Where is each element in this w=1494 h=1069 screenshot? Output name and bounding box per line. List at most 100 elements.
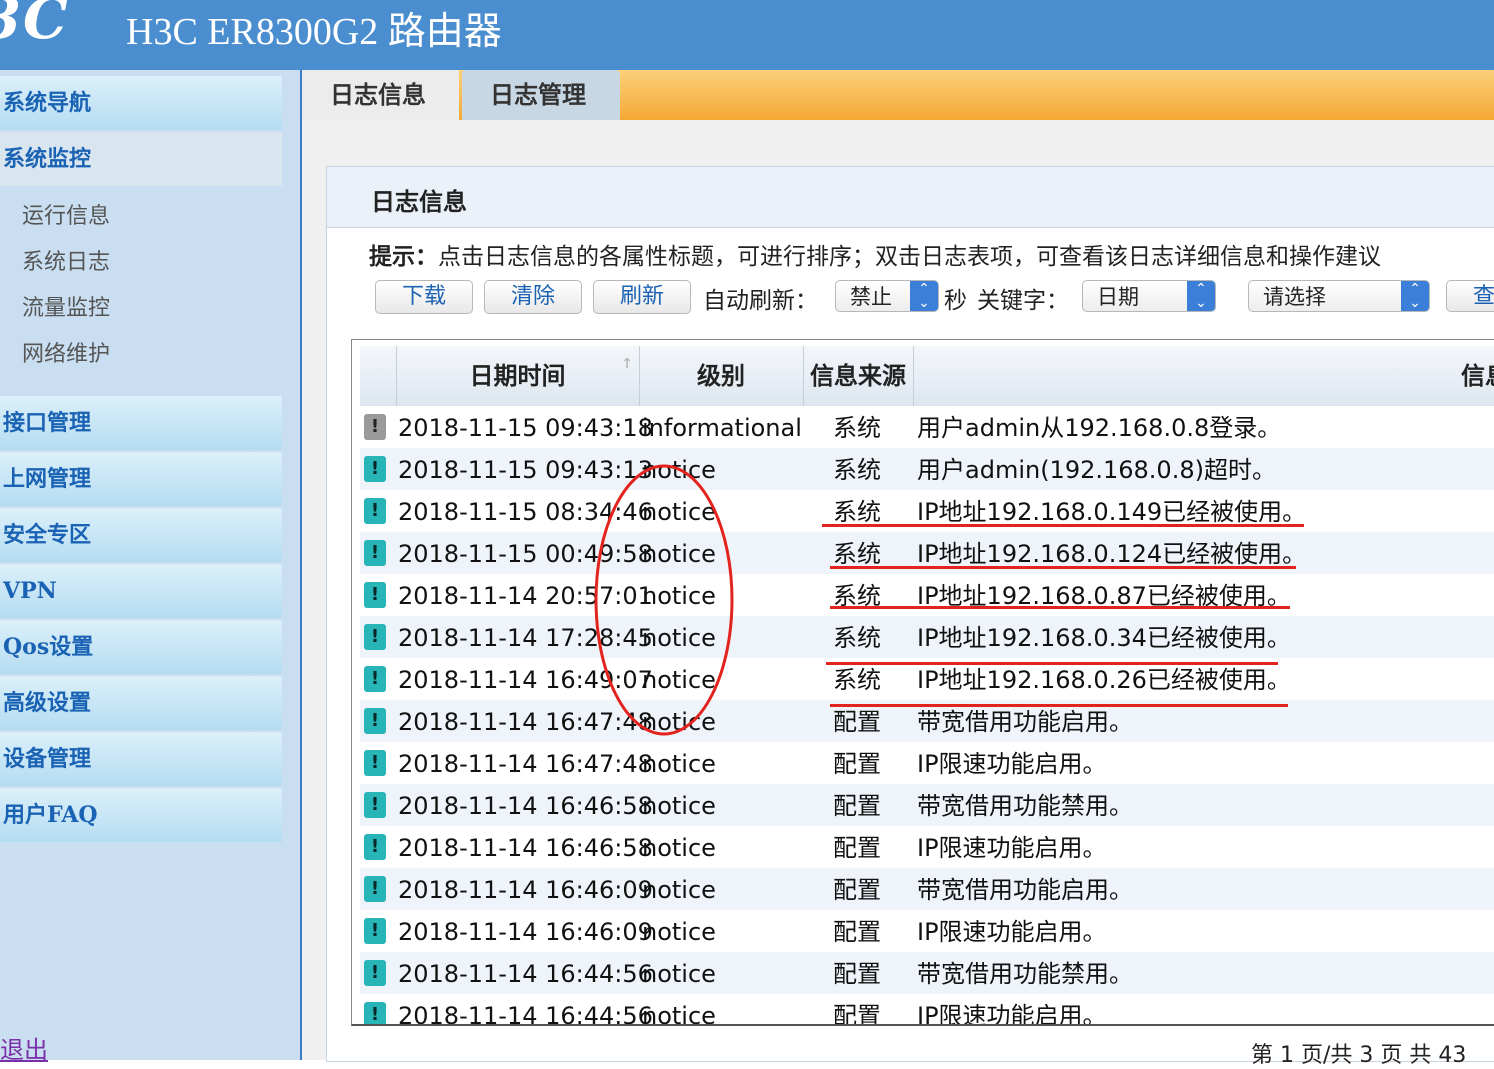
main-content: 日志信息 日志管理 日志信息 提示：点击日志信息的各属性标题，可进行排序；双击日… <box>302 70 1494 1068</box>
keyword-select[interactable]: 日期 ⌃ ⌄ <box>1082 280 1216 312</box>
header-datetime[interactable]: 日期时间 ↑ <box>396 346 640 406</box>
sidebar-item-qos[interactable]: Qos设置 <box>0 620 282 674</box>
cell-level: notice <box>642 918 716 946</box>
panel-title: 日志信息 <box>371 188 467 216</box>
cell-source: 配置 <box>833 876 881 904</box>
exclamation-icon: ! <box>364 456 386 482</box>
table-row[interactable]: ! 2018-11-14 16:46:58 notice 配置 带宽借用功能禁用。 <box>360 784 1494 826</box>
sidebar-item-faq[interactable]: 用户FAQ <box>0 788 282 842</box>
exclamation-icon: ! <box>364 666 386 692</box>
refresh-button[interactable]: 刷新 <box>593 280 691 314</box>
sidebar-subitem-run-info[interactable]: 运行信息 <box>22 198 110 230</box>
header-source[interactable]: 信息来源 <box>803 346 914 406</box>
sidebar-item-interface[interactable]: 接口管理 <box>0 396 282 450</box>
log-table: 日期时间 ↑ 级别 信息来源 信息内 ! 2018-11-15 09:43:18i… <box>351 339 1494 1026</box>
sidebar-item-system-monitor[interactable]: 系统监控 <box>0 132 282 186</box>
cell-datetime: 2018-11-15 08:34:46 <box>398 498 653 526</box>
cell-level: notice <box>642 792 716 820</box>
table-row[interactable]: ! 2018-11-14 16:46:09 notice 配置 带宽借用功能启用。 <box>360 868 1494 910</box>
sidebar-subitem-traffic-monitor[interactable]: 流量监控 <box>22 290 110 322</box>
exclamation-icon: ! <box>364 960 386 986</box>
table-row[interactable]: ! 2018-11-15 09:43:18 informational 系统 用户adm… <box>360 406 1494 448</box>
sidebar-subitem-system-log[interactable]: 系统日志 <box>22 244 110 276</box>
sidebar-item-security[interactable]: 安全专区 <box>0 508 282 562</box>
annotation-underline <box>830 704 1288 707</box>
tab-log-info[interactable]: 日志信息 <box>302 70 459 120</box>
select-arrows-icon: ⌃ ⌄ <box>910 281 938 311</box>
cell-datetime: 2018-11-14 20:57:01 <box>398 582 653 610</box>
cell-datetime: 2018-11-15 00:49:58 <box>398 540 653 568</box>
sidebar-item-internet[interactable]: 上网管理 <box>0 452 282 506</box>
cell-message: IP地址192.168.0.87已经被使用。 <box>917 582 1291 610</box>
header-message[interactable]: 信息内 <box>913 346 1494 406</box>
exclamation-icon: ! <box>364 834 386 860</box>
exclamation-icon: ! <box>364 792 386 818</box>
cell-source: 配置 <box>833 834 881 862</box>
cell-datetime: 2018-11-14 16:46:09 <box>398 876 653 904</box>
cell-source: 配置 <box>833 960 881 988</box>
app-header: 3C H3C ER8300G2 路由器 <box>0 0 1494 70</box>
filter-value: 请选择 <box>1263 285 1326 309</box>
cell-level: notice <box>642 456 716 484</box>
table-row[interactable]: ! 2018-11-14 16:46:09 notice 配置 IP限速功能启用。 <box>360 910 1494 952</box>
cell-datetime: 2018-11-14 17:28:45 <box>398 624 653 652</box>
cell-message: 用户admin(192.168.0.8)超时。 <box>917 456 1276 484</box>
auto-refresh-select[interactable]: 禁止 ⌃ ⌄ <box>835 280 939 312</box>
table-row[interactable]: ! 2018-11-14 16:44:56 notice 配置 带宽借用功能禁用。 <box>360 952 1494 994</box>
sidebar-item-vpn[interactable]: VPN <box>0 564 282 618</box>
cell-source: 系统 <box>833 624 881 652</box>
annotation-underline <box>830 606 1290 609</box>
sidebar-item-advanced[interactable]: 高级设置 <box>0 676 282 730</box>
cell-level: notice <box>642 750 716 778</box>
cell-level: notice <box>642 540 716 568</box>
keyword-value: 日期 <box>1097 285 1139 309</box>
table-row[interactable]: ! 2018-11-14 16:46:58 notice 配置 IP限速功能启用。 <box>360 826 1494 868</box>
cell-message: 带宽借用功能禁用。 <box>917 960 1133 988</box>
cell-level: notice <box>642 666 716 694</box>
cell-datetime: 2018-11-15 09:43:13 <box>398 456 653 484</box>
cell-level: notice <box>642 876 716 904</box>
cell-source: 系统 <box>833 456 881 484</box>
exclamation-icon: ! <box>364 540 386 566</box>
log-panel: 日志信息 提示：点击日志信息的各属性标题，可进行排序；双击日志表项，可查看该日志… <box>326 166 1494 1068</box>
sidebar-item-device[interactable]: 设备管理 <box>0 732 282 786</box>
cell-datetime: 2018-11-14 16:47:48 <box>398 750 653 778</box>
header-datetime-label: 日期时间 <box>469 362 566 390</box>
cell-source: 配置 <box>833 750 881 778</box>
table-row[interactable]: ! 2018-11-14 16:47:48 notice 配置 IP限速功能启用。 <box>360 742 1494 784</box>
annotation-underline <box>822 524 1304 527</box>
h3c-logo: 3C <box>0 0 70 52</box>
cell-level: informational <box>642 414 802 442</box>
table-row[interactable]: ! 2018-11-14 20:57:01 notice 系统 IP地址192.168.… <box>360 574 1494 616</box>
sidebar-item-system-nav[interactable]: 系统导航 <box>0 76 282 130</box>
panel-title-bar: 日志信息 <box>327 167 1494 228</box>
exclamation-icon: ! <box>364 876 386 902</box>
app-title: H3C ER8300G2 路由器 <box>126 11 502 53</box>
cell-message: IP限速功能启用。 <box>917 918 1107 946</box>
cell-datetime: 2018-11-14 16:49:07 <box>398 666 653 694</box>
filter-select[interactable]: 请选择 ⌃ ⌄ <box>1248 280 1430 312</box>
auto-refresh-value: 禁止 <box>850 285 892 309</box>
sort-arrow-icon: ↑ <box>621 356 633 372</box>
cell-level: notice <box>642 498 716 526</box>
exclamation-icon: ! <box>364 582 386 608</box>
tab-log-manage[interactable]: 日志管理 <box>462 70 620 120</box>
cell-source: 配置 <box>833 1002 881 1026</box>
sidebar-subitem-network-maintenance[interactable]: 网络维护 <box>22 336 110 368</box>
clear-button[interactable]: 清除 <box>484 280 582 314</box>
download-button[interactable]: 下载 <box>375 280 473 314</box>
cell-datetime: 2018-11-14 16:46:58 <box>398 792 653 820</box>
cell-message: 用户admin从192.168.0.8登录。 <box>917 414 1282 442</box>
header-level[interactable]: 级别 <box>639 346 804 406</box>
seconds-label: 秒 <box>944 288 967 314</box>
cell-datetime: 2018-11-14 16:44:56 <box>398 960 653 988</box>
select-arrows-icon: ⌃ ⌄ <box>1187 281 1215 311</box>
search-button[interactable]: 查 <box>1446 280 1494 312</box>
cell-datetime: 2018-11-14 16:46:58 <box>398 834 653 862</box>
table-row[interactable]: ! 2018-11-14 17:28:45 notice 系统 IP地址192.168.… <box>360 616 1494 658</box>
table-row[interactable]: ! 2018-11-15 09:43:13 notice 系统 用户admin(192.… <box>360 448 1494 490</box>
exclamation-icon: ! <box>364 624 386 650</box>
cell-datetime: 2018-11-14 16:44:56 <box>398 1002 653 1026</box>
table-row[interactable]: ! 2018-11-14 16:44:56 notice 配置 IP限速功能启用。 <box>360 994 1494 1026</box>
cell-level: notice <box>642 708 716 736</box>
